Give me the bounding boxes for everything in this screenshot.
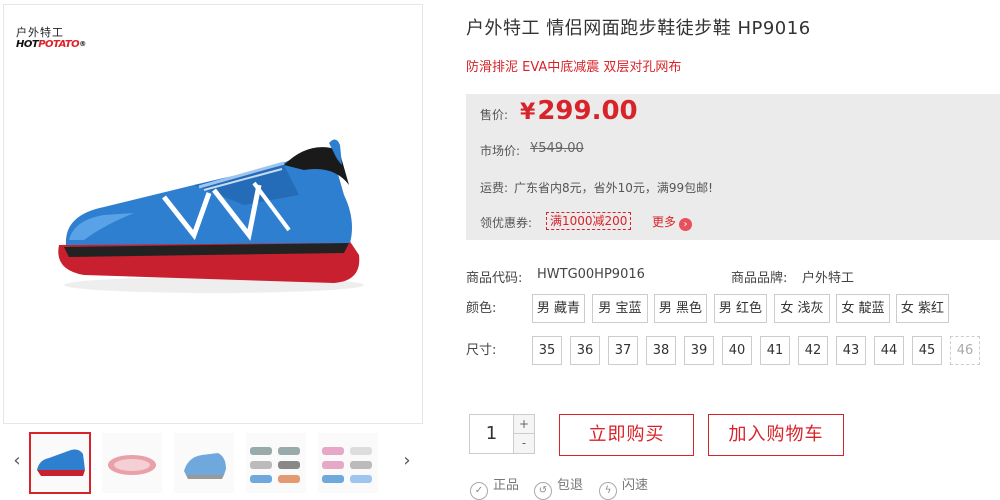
color-option[interactable]: 男 藏青	[532, 294, 585, 323]
size-option[interactable]: 42	[798, 336, 828, 365]
product-subtitle: 防滑排泥 EVA中底减震 双层对孔网布	[466, 60, 682, 75]
product-code-label: 商品代码:	[466, 271, 523, 286]
thumbnail[interactable]	[29, 432, 91, 494]
lightning-icon: ϟ	[599, 482, 617, 500]
product-code-value: HWTG00HP9016	[537, 267, 645, 282]
buy-now-button[interactable]: 立即购买	[559, 414, 694, 456]
price-label: 售价:	[480, 108, 509, 122]
thumbnail[interactable]	[317, 432, 379, 494]
quantity-increase-button[interactable]: +	[514, 415, 534, 434]
size-option[interactable]: 36	[570, 336, 600, 365]
price-value: ¥299.00	[520, 96, 638, 126]
thumbnail[interactable]	[101, 432, 163, 494]
color-option[interactable]: 男 宝蓝	[592, 294, 648, 323]
thumbnail[interactable]	[245, 432, 307, 494]
size-option[interactable]: 41	[760, 336, 790, 365]
size-label: 尺寸:	[466, 343, 497, 358]
genuine-badge: ✓ 正品	[470, 474, 519, 500]
size-option[interactable]: 40	[722, 336, 752, 365]
market-price-value: ¥549.00	[530, 141, 584, 156]
coupon-badge[interactable]: 满1000减200	[546, 212, 632, 230]
main-product-image[interactable]: 户外特工 HOTPOTATO®	[3, 4, 423, 424]
return-badge: ↺ 包退	[534, 474, 583, 500]
brand-logo-cn: 户外特工	[16, 26, 64, 39]
shipping-label: 运费:	[480, 181, 509, 195]
quantity-stepper: 1 + -	[469, 414, 535, 454]
shield-icon: ✓	[470, 482, 488, 500]
coupon-label: 领优惠券:	[480, 216, 533, 230]
price-panel: 售价: ¥299.00 市场价: ¥549.00 运费: 广东省内8元，省外10…	[466, 94, 1000, 240]
chevron-right-icon[interactable]: ›	[399, 450, 415, 471]
quantity-input[interactable]: 1	[470, 415, 514, 453]
color-option[interactable]: 男 红色	[714, 294, 767, 323]
color-option[interactable]: 女 紫红	[896, 294, 949, 323]
shipping-text: 广东省内8元，省外10元，满99包邮!	[514, 181, 713, 195]
size-option[interactable]: 38	[646, 336, 676, 365]
brand-logo-en: HOTPOTATO®	[16, 39, 86, 50]
return-icon: ↺	[534, 482, 552, 500]
color-option[interactable]: 女 靛蓝	[836, 294, 890, 323]
quantity-decrease-button[interactable]: -	[514, 434, 534, 453]
size-option[interactable]: 37	[608, 336, 638, 365]
add-to-cart-button[interactable]: 加入购物车	[708, 414, 844, 456]
thumbnail-strip: ‹ ›	[3, 428, 423, 496]
shoe-image	[58, 139, 364, 293]
size-option-unavailable: 46	[950, 336, 980, 365]
size-option[interactable]: 35	[532, 336, 562, 365]
fast-delivery-badge: ϟ 闪速	[599, 474, 648, 500]
size-option[interactable]: 44	[874, 336, 904, 365]
color-label: 颜色:	[466, 301, 497, 316]
market-price-label: 市场价:	[480, 144, 521, 158]
size-option[interactable]: 43	[836, 336, 866, 365]
color-option[interactable]: 女 浅灰	[774, 294, 830, 323]
thumbnail[interactable]	[173, 432, 235, 494]
size-option[interactable]: 45	[912, 336, 942, 365]
chevron-right-icon: ›	[679, 218, 693, 231]
more-coupons-link[interactable]: 更多 ›	[652, 213, 693, 231]
color-option[interactable]: 男 黑色	[654, 294, 707, 323]
product-brand-label: 商品品牌:	[731, 271, 788, 286]
chevron-left-icon[interactable]: ‹	[9, 450, 25, 471]
product-brand-value: 户外特工	[802, 271, 855, 286]
brand-logo: 户外特工 HOTPOTATO®	[16, 26, 98, 51]
size-option[interactable]: 39	[684, 336, 714, 365]
product-title: 户外特工 情侣网面跑步鞋徒步鞋 HP9016	[466, 18, 811, 39]
